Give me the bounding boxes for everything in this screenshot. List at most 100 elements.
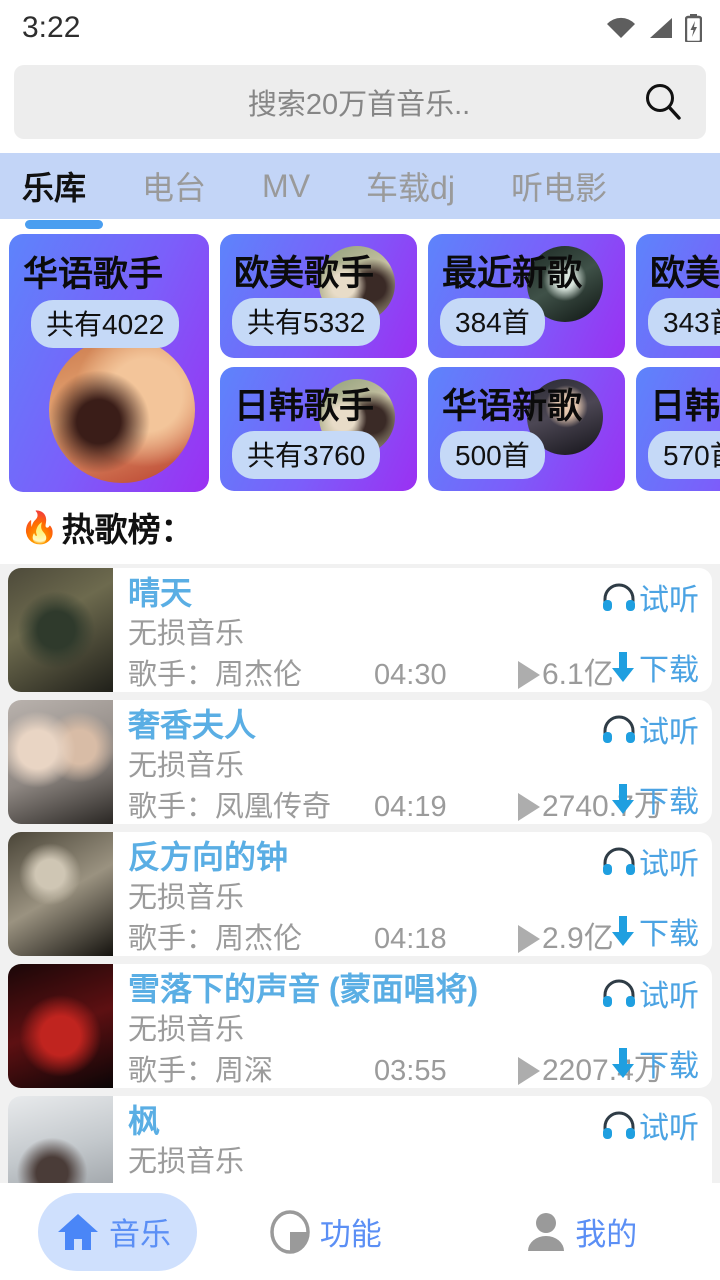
preview-button[interactable]: 试听	[602, 839, 699, 883]
song-title[interactable]: 反方向的钟	[128, 836, 562, 878]
song-meta-row: 歌手：周杰伦 04:18 2.9亿	[128, 918, 614, 956]
bottom-navigation: 音乐 功能 我的	[0, 1183, 720, 1280]
song-artist: 歌手：凤凰传奇	[128, 791, 332, 823]
preview-label: 试听	[639, 584, 699, 617]
user-icon	[528, 1212, 565, 1251]
search-placeholder: 搜索20万首音乐..	[247, 89, 471, 121]
song-quality: 无损音乐	[128, 882, 245, 914]
category-card-column-new-songs: 最近新歌 384首 华语新歌 500首	[428, 234, 625, 491]
category-card-jk-new-songs[interactable]: 日韩新歌 570首	[636, 367, 720, 491]
search-input[interactable]: 搜索20万首音乐..	[14, 65, 706, 139]
song-quality: 无损音乐	[128, 618, 245, 650]
song-title[interactable]: 晴天	[128, 572, 562, 614]
song-quality: 无损音乐	[128, 750, 245, 782]
song-row[interactable]: 晴天 无损音乐 歌手：周杰伦 04:30 6.1亿 试听 下载	[8, 568, 712, 692]
song-row[interactable]: 枫 无损音乐 试听	[8, 1096, 712, 1183]
download-arrow-icon	[612, 916, 634, 946]
nav-item-music[interactable]: 音乐	[38, 1192, 197, 1271]
category-card-recent-new-songs[interactable]: 最近新歌 384首	[428, 234, 625, 358]
download-label: 下载	[639, 918, 699, 951]
category-card-title: 欧美新歌	[650, 254, 720, 293]
play-icon	[518, 793, 540, 821]
song-title[interactable]: 奢香夫人	[128, 704, 562, 746]
download-button[interactable]: 下载	[610, 777, 699, 821]
category-card-badge: 570首	[648, 431, 720, 479]
category-card-column-new-songs-2: 欧美新歌 343首 日韩新歌 570首	[636, 234, 720, 491]
album-art	[8, 832, 113, 956]
song-title[interactable]: 枫	[128, 1100, 562, 1142]
hot-songs-list[interactable]: 晴天 无损音乐 歌手：周杰伦 04:30 6.1亿 试听 下载 奢香夫人 无损音…	[0, 564, 720, 1183]
nav-item-profile[interactable]: 我的	[454, 1193, 711, 1271]
download-button[interactable]: 下载	[610, 645, 699, 689]
album-art	[8, 1096, 113, 1183]
tab-bar: 乐库 电台 MV 车载dj 听电影	[0, 153, 720, 219]
tab-car-dj[interactable]: 车载dj	[366, 163, 455, 209]
download-arrow-icon	[612, 1048, 634, 1078]
song-info: 反方向的钟 无损音乐 歌手：周杰伦 04:18 2.9亿	[113, 832, 614, 956]
category-card-badge: 343首	[648, 298, 720, 346]
active-tab-indicator	[25, 220, 103, 229]
category-card-badge: 500首	[440, 431, 545, 479]
category-card-badge: 共有3760	[232, 431, 381, 479]
song-row[interactable]: 奢香夫人 无损音乐 歌手：凤凰传奇 04:19 2740.7万 试听 下载	[8, 700, 712, 824]
song-meta-row: 歌手：凤凰传奇 04:19 2740.7万	[128, 786, 664, 824]
category-cards-region: 华语歌手 共有4022 欧美歌手 共有5332 日韩歌手 共有3760 最近新歌…	[0, 230, 720, 492]
search-icon[interactable]	[642, 81, 684, 123]
download-label: 下载	[639, 786, 699, 819]
category-card-title: 日韩新歌	[650, 387, 720, 426]
preview-label: 试听	[639, 980, 699, 1013]
album-art	[8, 700, 113, 824]
category-card-column-artists: 欧美歌手 共有5332 日韩歌手 共有3760	[220, 234, 417, 491]
category-card-chinese-new-songs[interactable]: 华语新歌 500首	[428, 367, 625, 491]
category-cards-scroller[interactable]: 华语歌手 共有4022 欧美歌手 共有5332 日韩歌手 共有3760 最近新歌…	[0, 234, 720, 492]
song-quality: 无损音乐	[128, 1014, 245, 1046]
tab-radio[interactable]: 电台	[142, 163, 206, 209]
category-card-title: 欧美歌手	[234, 254, 375, 293]
song-artist: 歌手：周杰伦	[128, 659, 303, 691]
nav-label-music: 音乐	[109, 1217, 171, 1252]
nav-item-function[interactable]: 功能	[197, 1193, 454, 1271]
wifi-icon	[607, 17, 635, 38]
category-card-title: 最近新歌	[442, 254, 583, 293]
preview-button[interactable]: 试听	[602, 575, 699, 619]
app-root: 3:22 搜索20万首音乐.. 乐库 电台 MV 车载dj 听电影 华语歌手 共…	[0, 0, 720, 1280]
category-card-chinese-artists[interactable]: 华语歌手 共有4022	[9, 234, 209, 492]
song-actions: 试听 下载	[562, 832, 712, 956]
song-artist: 歌手：周深	[128, 1055, 274, 1087]
download-label: 下载	[639, 654, 699, 687]
song-info: 晴天 无损音乐 歌手：周杰伦 04:30 6.1亿	[113, 568, 614, 692]
song-actions: 试听 下载	[562, 964, 712, 1088]
song-info: 奢香夫人 无损音乐 歌手：凤凰传奇 04:19 2740.7万	[113, 700, 664, 824]
home-icon	[58, 1213, 98, 1250]
category-card-photo	[49, 337, 195, 483]
category-card-badge: 共有5332	[232, 298, 381, 346]
download-label: 下载	[639, 1050, 699, 1083]
preview-button[interactable]: 试听	[602, 971, 699, 1015]
download-button[interactable]: 下载	[610, 909, 699, 953]
tab-mv[interactable]: MV	[262, 168, 310, 205]
category-card-western-artists[interactable]: 欧美歌手 共有5332	[220, 234, 417, 358]
battery-charging-icon	[685, 13, 702, 42]
function-icon	[270, 1209, 310, 1254]
tab-listen-movie[interactable]: 听电影	[511, 163, 607, 209]
category-card-jk-artists[interactable]: 日韩歌手 共有3760	[220, 367, 417, 491]
search-section: 搜索20万首音乐..	[0, 55, 720, 153]
tab-indicator-row	[0, 219, 720, 230]
category-card-western-new-songs[interactable]: 欧美新歌 343首	[636, 234, 720, 358]
preview-button[interactable]: 试听	[602, 707, 699, 751]
headphones-icon	[603, 715, 635, 743]
song-title[interactable]: 雪落下的声音 (蒙面唱将)	[128, 968, 562, 1010]
preview-button[interactable]: 试听	[602, 1103, 699, 1147]
song-row[interactable]: 雪落下的声音 (蒙面唱将) 无损音乐 歌手：周深 03:55 2207.4万 试…	[8, 964, 712, 1088]
status-time: 3:22	[22, 10, 81, 44]
headphones-icon	[603, 583, 635, 611]
album-art	[8, 964, 113, 1088]
song-duration: 04:18	[374, 923, 447, 955]
download-button[interactable]: 下载	[610, 1041, 699, 1085]
song-row[interactable]: 反方向的钟 无损音乐 歌手：周杰伦 04:18 2.9亿 试听 下载	[8, 832, 712, 956]
tab-music-library[interactable]: 乐库	[22, 163, 86, 209]
hot-songs-section-header: 🔥 热歌榜：	[0, 492, 720, 564]
song-actions: 试听	[562, 1096, 712, 1183]
album-art	[8, 568, 113, 692]
signal-icon	[650, 17, 672, 38]
